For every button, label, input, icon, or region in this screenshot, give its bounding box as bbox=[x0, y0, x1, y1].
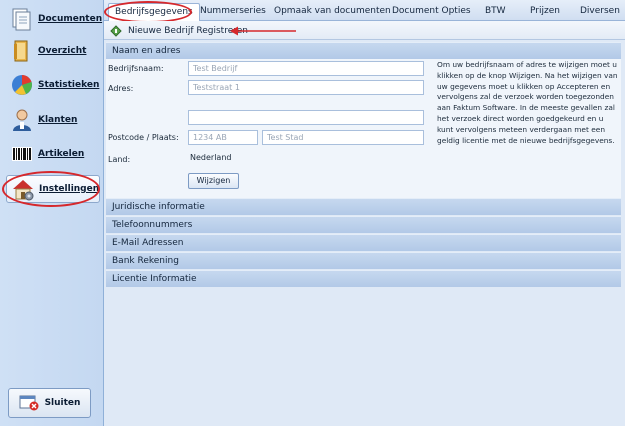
tab-document-opties[interactable]: Document Opties bbox=[392, 4, 471, 19]
country-label: Land: bbox=[108, 155, 131, 164]
register-icon bbox=[110, 24, 122, 37]
company-name-label: Bedrijfsnaam: bbox=[108, 64, 164, 73]
country-value: Nederland bbox=[190, 153, 232, 162]
address-field[interactable]: Teststraat 1 bbox=[188, 80, 424, 95]
tab-btw[interactable]: BTW bbox=[485, 4, 506, 19]
tab-bar: Bedrijfsgegevens Nummerseries Opmaak van… bbox=[104, 0, 625, 22]
documents-icon bbox=[10, 7, 34, 31]
change-button[interactable]: Wijzigen bbox=[188, 173, 239, 189]
sidebar-item-artikelen[interactable]: Artikelen bbox=[6, 140, 100, 168]
pie-chart-icon bbox=[10, 73, 34, 97]
section-juridische-informatie[interactable]: Juridische informatie bbox=[106, 198, 621, 215]
section-email-adressen[interactable]: E-Mail Adressen bbox=[106, 234, 621, 251]
sidebar-item-label: Klanten bbox=[38, 115, 78, 125]
sidebar-item-klanten[interactable]: Klanten bbox=[6, 106, 100, 134]
section-bank-rekening[interactable]: Bank Rekening bbox=[106, 252, 621, 269]
info-text: Om uw bedrijfsnaam of adres te wijzigen … bbox=[437, 60, 618, 145]
close-button[interactable]: Sluiten bbox=[8, 388, 91, 418]
tab-opmaak-van-documenten[interactable]: Opmaak van documenten bbox=[274, 4, 391, 19]
postcode-field[interactable]: 1234 AB bbox=[188, 130, 258, 145]
sidebar: Documenten Overzicht Statistieken Klante… bbox=[0, 0, 104, 426]
customer-icon bbox=[10, 108, 34, 132]
toolbar: Nieuwe Bedrijf Registreren bbox=[104, 21, 625, 40]
barcode-icon bbox=[10, 142, 34, 166]
address-label: Adres: bbox=[108, 84, 134, 93]
section-telefoonnummers[interactable]: Telefoonnummers bbox=[106, 216, 621, 233]
sidebar-item-label: Artikelen bbox=[38, 149, 85, 159]
close-button-label: Sluiten bbox=[44, 398, 81, 408]
tab-bedrijfsgegevens[interactable]: Bedrijfsgegevens bbox=[108, 3, 200, 22]
section-naam-en-adres[interactable]: Naam en adres bbox=[106, 42, 621, 59]
company-name-field[interactable]: Test Bedrijf bbox=[188, 61, 424, 76]
register-company-button[interactable]: Nieuwe Bedrijf Registreren bbox=[110, 23, 248, 38]
postcode-city-label: Postcode / Plaats: bbox=[108, 133, 179, 142]
tab-nummerseries[interactable]: Nummerseries bbox=[200, 4, 266, 19]
sidebar-item-label: Instellingen bbox=[39, 184, 100, 194]
sidebar-item-label: Statistieken bbox=[38, 80, 100, 90]
sidebar-item-instellingen[interactable]: Instellingen bbox=[6, 175, 100, 203]
main-panel: Naam en adres Bedrijfsnaam: Test Bedrijf… bbox=[104, 40, 625, 426]
tab-diversen[interactable]: Diversen bbox=[580, 4, 620, 19]
sidebar-item-overzicht[interactable]: Overzicht bbox=[6, 37, 100, 65]
register-company-label: Nieuwe Bedrijf Registreren bbox=[128, 25, 248, 36]
tab-prijzen[interactable]: Prijzen bbox=[530, 4, 560, 19]
sidebar-item-label: Documenten bbox=[38, 14, 103, 24]
address-line2-field[interactable] bbox=[188, 110, 424, 125]
overview-icon bbox=[10, 39, 34, 63]
sidebar-item-label: Overzicht bbox=[38, 46, 87, 56]
close-window-icon bbox=[19, 395, 39, 411]
sidebar-item-statistieken[interactable]: Statistieken bbox=[6, 71, 100, 99]
section-licentie-informatie[interactable]: Licentie Informatie bbox=[106, 270, 621, 287]
settings-house-icon bbox=[11, 177, 35, 201]
city-field[interactable]: Test Stad bbox=[262, 130, 424, 145]
sidebar-item-documenten[interactable]: Documenten bbox=[6, 5, 103, 33]
